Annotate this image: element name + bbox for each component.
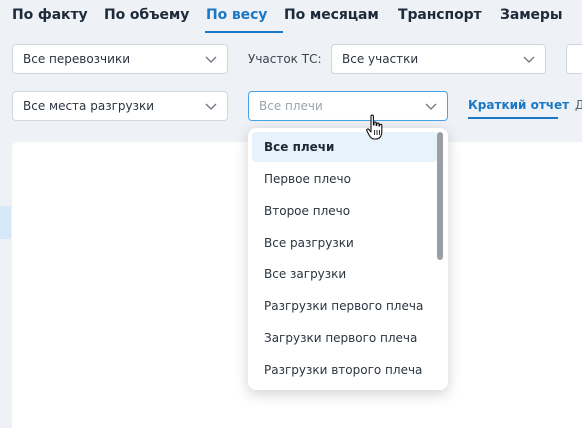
leg-select[interactable]: Все плечи <box>248 91 448 121</box>
leg-option-all-unloads[interactable]: Все разгрузки <box>252 228 438 258</box>
leg-option-first-loads[interactable]: Загрузки первого плеча <box>252 323 438 353</box>
leg-option-second-unloads[interactable]: Разгрузки второго плеча <box>252 355 438 385</box>
leg-option-first[interactable]: Первое плечо <box>252 164 438 194</box>
leg-option-second[interactable]: Второе плечо <box>252 196 438 226</box>
next-report-tab[interactable]: Д <box>575 98 582 112</box>
section-select[interactable]: Все участки <box>331 44 546 74</box>
tab-bar: По факту По объему По весу По месяцам Тр… <box>0 0 582 36</box>
extra-control[interactable] <box>566 44 582 74</box>
tab-measurements[interactable]: Замеры <box>500 7 563 23</box>
dropdown-scrollbar[interactable] <box>437 132 443 260</box>
active-tab-indicator <box>205 31 283 33</box>
unload-place-select-value: Все места разгрузки <box>23 99 155 113</box>
carrier-select-value: Все перевозчики <box>23 52 130 66</box>
chevron-down-icon <box>205 103 217 110</box>
short-report-tab[interactable]: Краткий отчет <box>468 98 569 112</box>
short-report-underline <box>468 117 558 119</box>
tab-by-volume[interactable]: По объему <box>104 7 189 23</box>
carrier-select[interactable]: Все перевозчики <box>12 44 228 74</box>
leg-dropdown-menu: Все плечи Первое плечо Второе плечо Все … <box>248 128 448 390</box>
leg-option-first-unloads[interactable]: Разгрузки первого плеча <box>252 291 438 321</box>
tab-transport[interactable]: Транспорт <box>398 7 482 23</box>
unload-place-select[interactable]: Все места разгрузки <box>12 91 228 121</box>
tab-by-weight[interactable]: По весу <box>206 7 267 23</box>
leg-option-all[interactable]: Все плечи <box>252 132 438 162</box>
left-highlight-strip <box>0 206 11 239</box>
leg-select-placeholder: Все плечи <box>259 99 323 113</box>
tab-by-fact[interactable]: По факту <box>12 7 88 23</box>
leg-option-all-loads[interactable]: Все загрузки <box>252 259 438 289</box>
chevron-down-icon <box>425 103 437 110</box>
tab-by-month[interactable]: По месяцам <box>284 7 379 23</box>
section-label: Участок ТС: <box>248 52 322 66</box>
chevron-down-icon <box>205 56 217 63</box>
hand-pointer-icon <box>366 114 383 140</box>
chevron-down-icon <box>523 56 535 63</box>
section-select-value: Все участки <box>342 52 419 66</box>
